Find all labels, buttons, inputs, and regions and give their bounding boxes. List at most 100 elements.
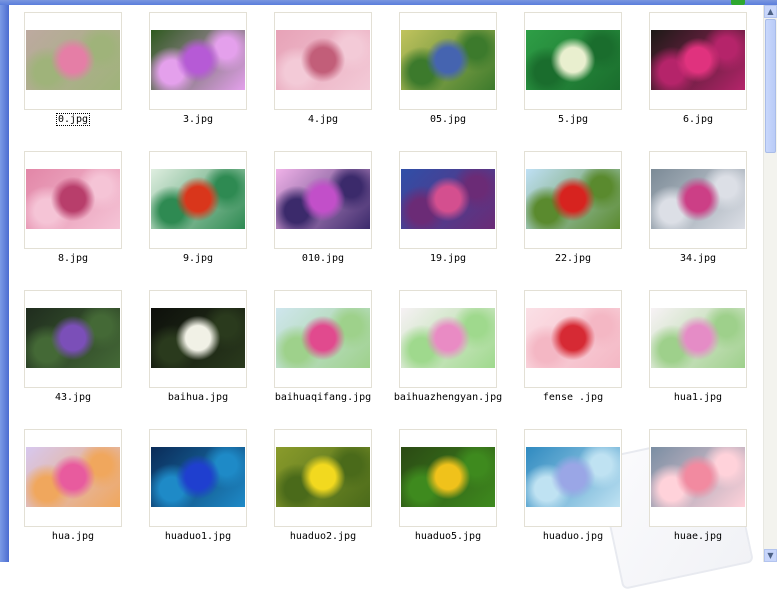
thumbnail-frame [24, 151, 122, 249]
file-name-text: 3.jpg [182, 114, 214, 125]
file-item[interactable]: 05.jpg [399, 12, 497, 136]
thumbnail-frame [399, 290, 497, 388]
flower-photo-thumbnail-icon [276, 169, 370, 229]
file-item[interactable]: 0.jpg [24, 12, 122, 136]
flower-photo-thumbnail-icon [276, 308, 370, 368]
file-item[interactable]: hua.jpg [24, 429, 122, 553]
flower-photo-thumbnail-icon [276, 447, 370, 507]
file-name-label: 9.jpg [129, 252, 267, 265]
file-name-text: huaduo1.jpg [164, 531, 232, 542]
file-name-text: huae.jpg [673, 531, 723, 542]
file-view-area[interactable]: 0.jpg 3.jpg 4.jpg 05.jpg 5.jpg 6.jpg 8.jpg 9.jp… [9, 5, 764, 590]
file-name-label: huaduo1.jpg [129, 530, 267, 543]
flower-photo-thumbnail-icon [276, 30, 370, 90]
file-item[interactable]: 19.jpg [399, 151, 497, 275]
file-name-label: baihuaqifang.jpg [254, 391, 392, 404]
thumbnail-frame [274, 12, 372, 110]
flower-photo-thumbnail-icon [526, 308, 620, 368]
thumbnail-frame [399, 151, 497, 249]
file-name-text: 010.jpg [301, 253, 345, 264]
thumbnail-frame [24, 12, 122, 110]
file-name-text: 4.jpg [307, 114, 339, 125]
flower-photo-thumbnail-icon [651, 30, 745, 90]
file-item[interactable]: hua1.jpg [649, 290, 747, 414]
file-name-label: baihua.jpg [129, 391, 267, 404]
thumbnail-frame [24, 290, 122, 388]
file-item[interactable]: 010.jpg [274, 151, 372, 275]
file-name-text: 34.jpg [679, 253, 717, 264]
flower-photo-thumbnail-icon [401, 308, 495, 368]
thumbnail-frame [24, 429, 122, 527]
file-name-text: 6.jpg [682, 114, 714, 125]
flower-photo-thumbnail-icon [526, 30, 620, 90]
flower-photo-thumbnail-icon [651, 447, 745, 507]
file-item[interactable]: baihuaqifang.jpg [274, 290, 372, 414]
flower-photo-thumbnail-icon [151, 447, 245, 507]
file-name-label: 010.jpg [254, 252, 392, 265]
thumbnail-frame [524, 290, 622, 388]
thumbnail-frame [649, 151, 747, 249]
thumbnail-frame [274, 290, 372, 388]
file-name-label: 5.jpg [504, 113, 642, 126]
file-name-text: baihua.jpg [167, 392, 229, 403]
thumbnail-frame [149, 429, 247, 527]
file-name-label: huaduo5.jpg [379, 530, 517, 543]
file-item[interactable]: huaduo.jpg [524, 429, 622, 553]
file-name-label: 34.jpg [629, 252, 767, 265]
file-item[interactable]: huae.jpg [649, 429, 747, 553]
file-name-label: huaduo.jpg [504, 530, 642, 543]
file-name-label: hua1.jpg [629, 391, 767, 404]
file-item[interactable]: 6.jpg [649, 12, 747, 136]
flower-photo-thumbnail-icon [526, 447, 620, 507]
flower-photo-thumbnail-icon [401, 30, 495, 90]
scrollbar-thumb[interactable] [765, 19, 776, 153]
thumbnail-frame [649, 12, 747, 110]
file-item[interactable]: huaduo1.jpg [149, 429, 247, 553]
file-item[interactable]: 22.jpg [524, 151, 622, 275]
file-name-label: 05.jpg [379, 113, 517, 126]
file-name-text: 22.jpg [554, 253, 592, 264]
file-item[interactable]: huaduo5.jpg [399, 429, 497, 553]
file-item[interactable]: huaduo2.jpg [274, 429, 372, 553]
file-item[interactable]: 8.jpg [24, 151, 122, 275]
thumbnail-frame [149, 151, 247, 249]
vertical-scrollbar[interactable]: ▲ ▼ [763, 5, 777, 562]
thumbnail-grid: 0.jpg 3.jpg 4.jpg 05.jpg 5.jpg 6.jpg 8.jpg 9.jp… [9, 5, 764, 562]
file-name-label: 19.jpg [379, 252, 517, 265]
file-item[interactable]: baihuazhengyan.jpg [394, 290, 502, 414]
flower-photo-thumbnail-icon [26, 447, 120, 507]
thumbnail-frame [274, 429, 372, 527]
file-name-label: 0.jpg [4, 113, 142, 126]
flower-photo-thumbnail-icon [26, 169, 120, 229]
file-name-label: 22.jpg [504, 252, 642, 265]
file-name-label: 43.jpg [4, 391, 142, 404]
file-name-text: 0.jpg [55, 113, 91, 126]
scroll-up-arrow-icon[interactable]: ▲ [764, 5, 777, 18]
file-name-text: huaduo2.jpg [289, 531, 357, 542]
flower-photo-thumbnail-icon [651, 308, 745, 368]
file-item[interactable]: 43.jpg [24, 290, 122, 414]
flower-photo-thumbnail-icon [401, 169, 495, 229]
file-name-text: 9.jpg [182, 253, 214, 264]
file-name-text: 5.jpg [557, 114, 589, 125]
file-name-text: baihuaqifang.jpg [274, 392, 372, 403]
file-name-text: baihuazhengyan.jpg [393, 392, 503, 403]
thumbnail-frame [649, 290, 747, 388]
file-item[interactable]: 5.jpg [524, 12, 622, 136]
file-item[interactable]: 34.jpg [649, 151, 747, 275]
flower-photo-thumbnail-icon [151, 308, 245, 368]
flower-photo-thumbnail-icon [401, 447, 495, 507]
file-item[interactable]: 9.jpg [149, 151, 247, 275]
thumbnail-frame [399, 12, 497, 110]
file-item[interactable]: 4.jpg [274, 12, 372, 136]
flower-photo-thumbnail-icon [651, 169, 745, 229]
flower-photo-thumbnail-icon [526, 169, 620, 229]
scroll-down-arrow-icon[interactable]: ▼ [764, 549, 777, 562]
file-item[interactable]: baihua.jpg [149, 290, 247, 414]
file-item[interactable]: fense .jpg [524, 290, 622, 414]
left-task-pane-edge [0, 5, 9, 562]
flower-photo-thumbnail-icon [26, 30, 120, 90]
flower-photo-thumbnail-icon [151, 169, 245, 229]
file-item[interactable]: 3.jpg [149, 12, 247, 136]
thumbnail-frame [149, 12, 247, 110]
